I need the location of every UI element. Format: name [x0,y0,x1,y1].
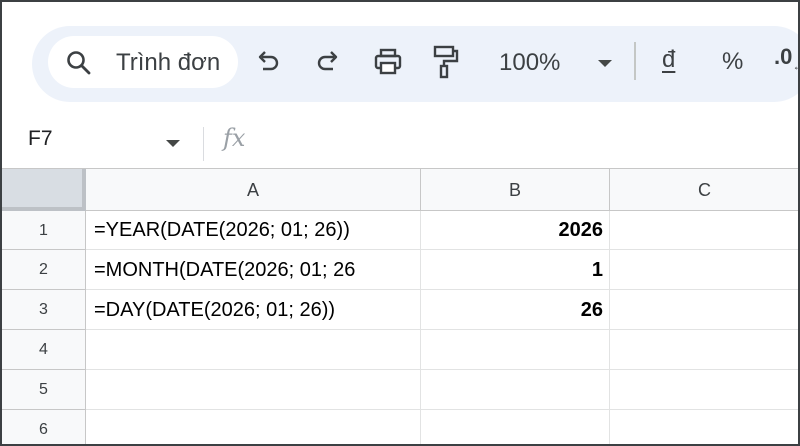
row-header-2[interactable]: 2 [2,250,86,290]
formula-bar: F7 fx [2,119,798,169]
cell-b2[interactable]: 1 [421,250,610,290]
redo-icon[interactable] [314,48,342,76]
cell-a4[interactable] [86,330,421,370]
decimal-label: .0 [774,44,793,69]
percent-format-button[interactable]: % [722,48,743,76]
zoom-select[interactable]: 100% [499,49,560,77]
cell-c4[interactable] [610,330,798,370]
cell-b6[interactable] [421,410,610,444]
select-all-corner[interactable] [2,169,86,211]
cell-b1[interactable]: 2026 [421,211,610,250]
cell-c3[interactable] [610,290,798,330]
row-header-6[interactable]: 6 [2,410,86,444]
cell-b5[interactable] [421,370,610,410]
fx-icon: fx [223,124,246,152]
cell-c6[interactable] [610,410,798,444]
print-icon[interactable] [372,46,404,78]
cell-a5[interactable] [86,370,421,410]
column-header-c[interactable]: C [610,169,798,211]
toolbar-divider [634,42,636,80]
cell-a1[interactable]: =YEAR(DATE(2026; 01; 26)) [86,211,421,250]
cell-a2[interactable]: =MONTH(DATE(2026; 01; 26 [86,250,421,290]
column-header-b[interactable]: B [421,169,610,211]
decrease-decimal-button[interactable]: .0← [774,44,798,73]
toolbar: Trình đơn 100% đ % .0← [32,26,798,102]
paint-format-icon[interactable] [430,44,460,80]
cell-a6[interactable] [86,410,421,444]
toolbar-area: Trình đơn 100% đ % .0← [2,2,798,119]
currency-format-button[interactable]: đ [662,46,675,74]
cell-c5[interactable] [610,370,798,410]
row-header-3[interactable]: 3 [2,290,86,330]
undo-icon[interactable] [254,48,282,76]
name-box-dropdown-icon[interactable] [166,140,180,147]
zoom-dropdown-icon[interactable] [598,60,612,67]
row-header-4[interactable]: 4 [2,330,86,370]
cell-b3[interactable]: 26 [421,290,610,330]
spreadsheet-window: Trình đơn 100% đ % .0← F7 fx [0,0,800,446]
cell-b4[interactable] [421,330,610,370]
row-header-5[interactable]: 5 [2,370,86,410]
row-header-1[interactable]: 1 [2,211,86,250]
menu-search-label: Trình đơn [116,49,221,76]
sheet-grid: A B C 1 =YEAR(DATE(2026; 01; 26)) 2026 2… [2,169,798,444]
cell-c2[interactable] [610,250,798,290]
cell-a3[interactable]: =DAY(DATE(2026; 01; 26)) [86,290,421,330]
column-header-a[interactable]: A [86,169,421,211]
cell-c1[interactable] [610,211,798,250]
formula-bar-divider [203,127,204,161]
menu-search-button[interactable]: Trình đơn [48,36,238,88]
decimal-arrow-icon: ← [792,59,798,73]
name-box[interactable]: F7 [28,127,53,151]
search-icon [66,50,92,81]
